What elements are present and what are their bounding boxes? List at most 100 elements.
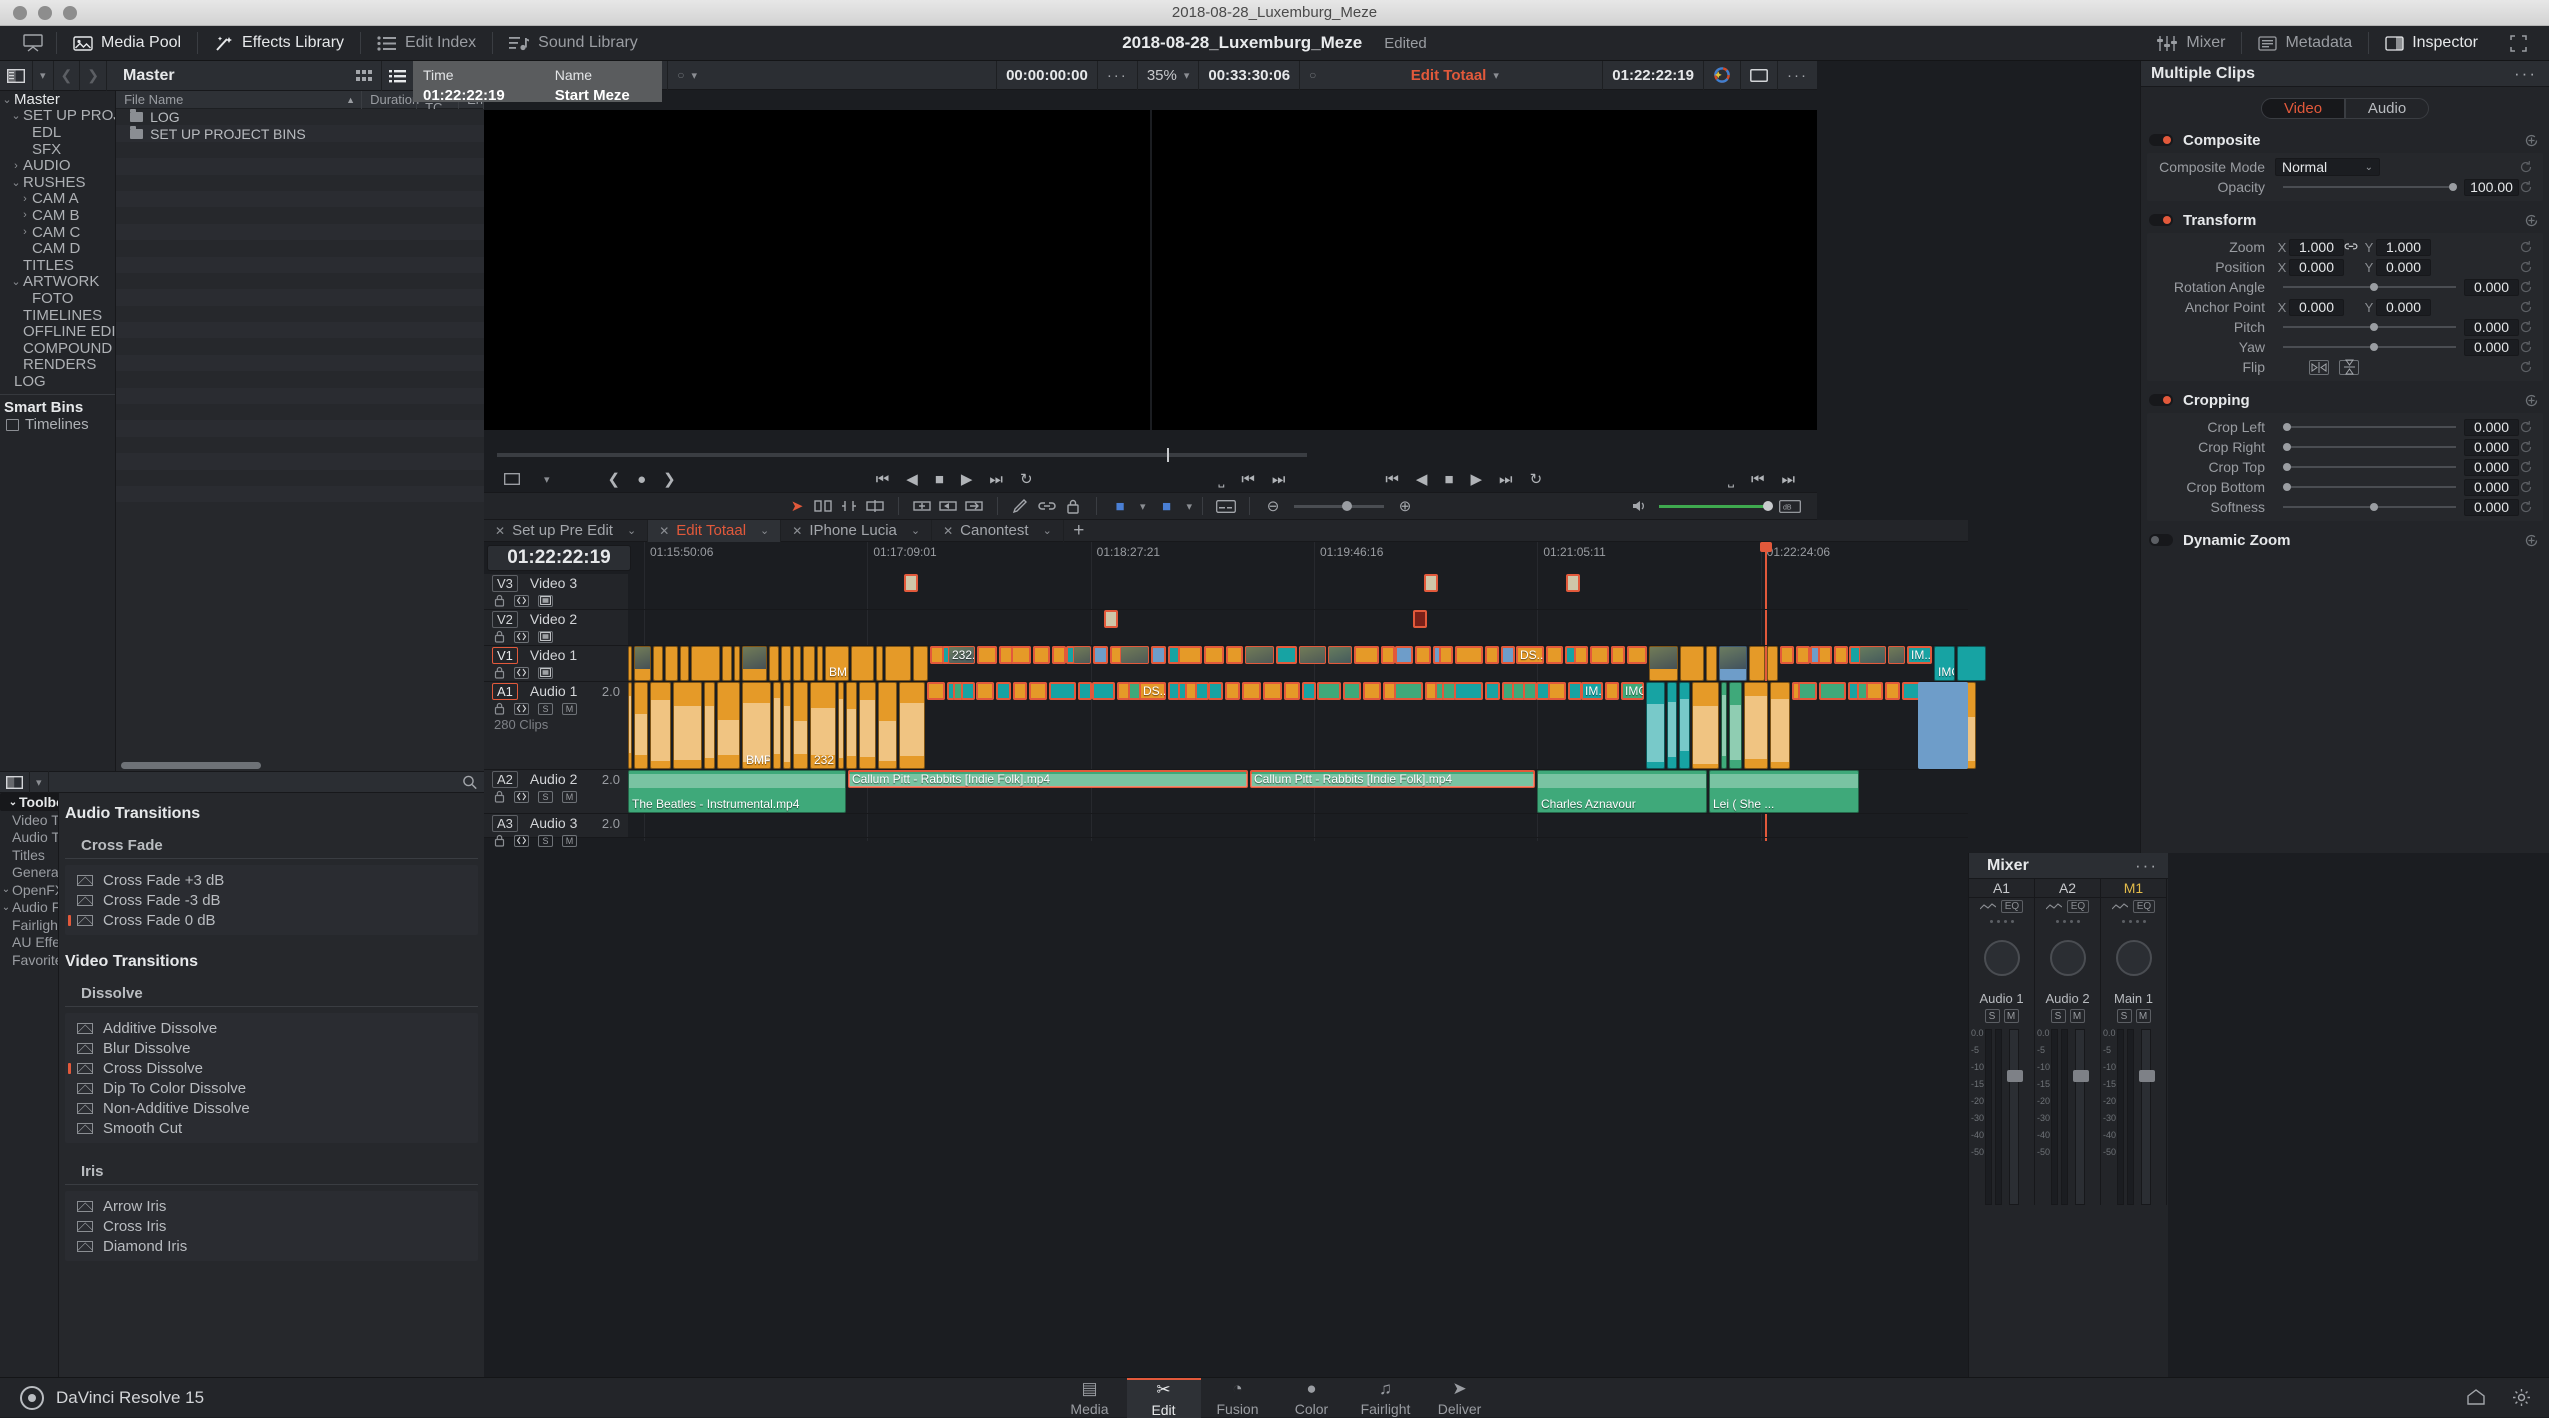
pan-knob[interactable] xyxy=(2115,940,2152,976)
param-slider[interactable] xyxy=(2283,503,2456,511)
bin-item-sfx[interactable]: SFX xyxy=(0,141,115,158)
reset-param-icon[interactable] xyxy=(2519,240,2533,254)
page-edit[interactable]: ✂ Edit xyxy=(1126,1377,1201,1418)
timeline-clip[interactable] xyxy=(1363,682,1381,700)
timeline-clip[interactable] xyxy=(976,682,994,700)
timeline-clip[interactable] xyxy=(628,646,632,681)
reset-param-icon[interactable] xyxy=(2519,500,2533,514)
video-track-icon[interactable] xyxy=(538,630,553,643)
fx-nav-audio-fx[interactable]: ⌄Audio FX xyxy=(0,899,58,917)
section-toggle[interactable] xyxy=(2149,534,2173,546)
column-file-name[interactable]: File Name xyxy=(124,92,183,107)
video-track-icon[interactable] xyxy=(538,666,553,679)
fx-nav-titles[interactable]: Titles xyxy=(0,846,58,864)
slider-knob[interactable] xyxy=(2283,443,2291,451)
param-value[interactable]: 0.000 xyxy=(2464,278,2519,296)
bin-item-renders[interactable]: RENDERS xyxy=(0,356,115,373)
mute-icon[interactable]: dB xyxy=(1777,496,1803,516)
timeline-clip[interactable] xyxy=(781,646,791,681)
timeline-clip[interactable] xyxy=(1546,646,1563,664)
section-toggle[interactable] xyxy=(2149,134,2173,146)
timeline-clip[interactable] xyxy=(1819,682,1846,700)
timeline-clip[interactable] xyxy=(1013,682,1027,700)
timeline-clip[interactable]: DS... xyxy=(1516,646,1544,664)
source-play-icon[interactable]: ▶ xyxy=(961,470,973,488)
link-icon[interactable] xyxy=(1034,496,1060,516)
timeline-clip[interactable] xyxy=(1667,682,1677,769)
source-stop-icon[interactable]: ■ xyxy=(935,471,944,488)
metadata-button[interactable]: Metadata xyxy=(2242,26,2368,61)
fx-nav-video-tr[interactable]: Video Tr... xyxy=(0,811,58,829)
eq-button[interactable]: EQ xyxy=(2066,900,2090,913)
media-pool-row[interactable]: SET UP PROJECT BINS xyxy=(116,125,484,142)
auto-select-icon[interactable] xyxy=(514,630,529,643)
timeline-clip[interactable] xyxy=(1011,646,1031,664)
fx-nav-openfx[interactable]: ⌄ OpenFX xyxy=(0,881,58,899)
timeline-clip[interactable] xyxy=(1719,646,1747,681)
trim-icon[interactable] xyxy=(810,496,836,516)
timeline-clip[interactable] xyxy=(680,646,689,681)
fx-item-diamond-iris[interactable]: Diamond Iris xyxy=(65,1236,478,1256)
timeline-clip[interactable] xyxy=(1957,646,1986,681)
fx-nav-au-effects[interactable]: AU Effects xyxy=(0,934,58,952)
track-lane-a2[interactable]: The Beatles - Instrumental.mp4 Callum Pit… xyxy=(628,770,1968,814)
fx-item-cross-fade-3-db[interactable]: Cross Fade +3 dB xyxy=(65,870,478,890)
viewer-scrubber[interactable] xyxy=(497,448,1307,462)
bin-item-compound-clips[interactable]: COMPOUND CLIPS xyxy=(0,340,115,357)
timeline-clip[interactable] xyxy=(673,682,702,769)
bin-item-titles[interactable]: TITLES xyxy=(0,257,115,274)
param-value[interactable]: 0.000 xyxy=(2464,338,2519,356)
source-mark-out-icon[interactable]: ⏮ xyxy=(1241,471,1255,488)
track-name[interactable]: Video 1 xyxy=(530,647,577,663)
timeline-clip[interactable] xyxy=(1611,646,1625,664)
mixer-pan-control[interactable] xyxy=(1969,927,2034,989)
timeline-tracks[interactable]: BMP... 232... DS... IM... IMG_8... BMP... 232.… xyxy=(628,574,1986,838)
param-slider[interactable] xyxy=(2283,463,2456,471)
timeline-clip[interactable] xyxy=(1151,646,1166,664)
timeline-clip[interactable] xyxy=(1052,646,1066,664)
timeline-clip[interactable] xyxy=(691,646,720,681)
flip-vertical-icon[interactable] xyxy=(2339,359,2359,375)
slider-knob[interactable] xyxy=(2449,183,2458,191)
timeline-clip[interactable] xyxy=(1501,646,1515,664)
bin-item-audio[interactable]: › AUDIO xyxy=(0,157,115,174)
slider-knob[interactable] xyxy=(2369,323,2378,331)
mixer-eq-row[interactable]: EQ xyxy=(2101,898,2166,915)
source-timecode-right[interactable]: 00:00:00:00 xyxy=(997,60,1098,90)
fx-item-non-additive-dissolve[interactable]: Non-Additive Dissolve xyxy=(65,1098,478,1118)
timeline-loop-icon[interactable]: ↻ xyxy=(1530,470,1543,488)
slider-knob[interactable] xyxy=(2369,283,2378,291)
volume-fader[interactable] xyxy=(2072,1029,2089,1205)
mute-button[interactable]: M xyxy=(562,834,577,847)
insert-icon[interactable] xyxy=(909,496,935,516)
timeline-clip[interactable] xyxy=(1455,646,1483,664)
chevron-down-icon[interactable]: ⌄ xyxy=(760,524,769,537)
timeline-clip[interactable] xyxy=(1918,682,1968,769)
track-enable-button-a1[interactable]: A1 xyxy=(492,682,518,700)
timeline-clip[interactable] xyxy=(1770,682,1790,769)
timeline-clip[interactable] xyxy=(1744,682,1768,769)
close-icon[interactable]: ✕ xyxy=(792,524,802,538)
timeline-viewer[interactable] xyxy=(1151,110,1817,430)
pen-icon[interactable] xyxy=(1008,496,1034,516)
bin-tree[interactable]: ⌄Master⌄SET UP PROJECT BINSEDLSFX›AUDIO⌄… xyxy=(0,91,117,771)
timeline-clip[interactable] xyxy=(859,682,876,769)
slider-knob[interactable] xyxy=(2283,463,2291,471)
solo-button[interactable]: S xyxy=(538,834,553,847)
timeline-clip[interactable] xyxy=(1485,646,1499,664)
chevron-down-icon[interactable]: ⌄ xyxy=(627,524,636,537)
timeline-clip[interactable] xyxy=(773,682,781,769)
pan-knob[interactable] xyxy=(1983,940,2020,976)
timeline-clip[interactable] xyxy=(1033,646,1050,664)
track-lane-v3[interactable] xyxy=(628,574,1968,610)
timeline-jump-start-icon[interactable]: ⏮ xyxy=(1385,471,1399,488)
bin-item-rushes[interactable]: ⌄ RUSHES xyxy=(0,174,115,191)
media-pool-hscrollbar[interactable] xyxy=(116,759,484,771)
timeline-clip[interactable] xyxy=(1195,682,1209,700)
mixer-eq-row[interactable]: EQ xyxy=(2035,898,2100,915)
timeline-clip[interactable]: 232... xyxy=(810,682,836,769)
track-name[interactable]: Video 3 xyxy=(530,575,577,591)
solo-button[interactable]: S xyxy=(1984,1009,2000,1023)
bin-item-edl[interactable]: EDL xyxy=(0,124,115,141)
param-select[interactable]: Normal ⌄ xyxy=(2275,158,2380,176)
